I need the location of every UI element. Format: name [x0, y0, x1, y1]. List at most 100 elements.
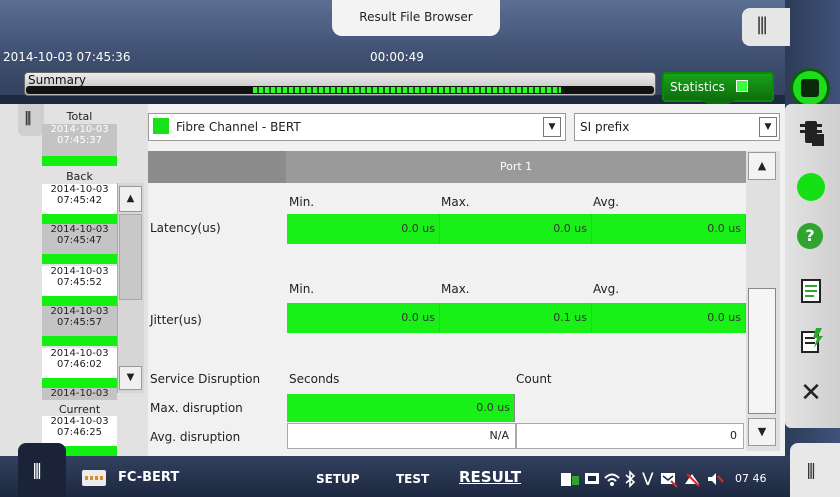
help-icon[interactable]: ? [797, 223, 823, 249]
history-item[interactable]: 2014-10-03 07:45:47 [42, 224, 117, 264]
summary-label: Summary [28, 73, 86, 87]
handle-lines-icon: ||| [756, 14, 768, 35]
history-item-time: 07:46:02 [57, 359, 102, 370]
jitter-max-value: 0.1 us [440, 303, 592, 333]
jitter-avg-value: 0.0 us [592, 303, 746, 333]
prefix-select-value: SI prefix [580, 120, 630, 134]
max-disruption-label: Max. disruption [150, 401, 243, 415]
vnc-icon: V [642, 470, 654, 490]
disruption-col-seconds: Seconds [289, 372, 340, 386]
history-item-bar [42, 296, 117, 306]
history-item-date: 2014-10-03 [50, 306, 109, 317]
status-led [797, 173, 825, 201]
history-item-date: 2014-10-03 [50, 388, 109, 399]
handle-lines-icon: ||| [32, 460, 42, 479]
grid-header-corner [148, 151, 286, 183]
disruption-col-count: Count [516, 372, 552, 386]
jitter-col-min: Min. [289, 282, 315, 296]
history-item[interactable]: 2014-10-03 07:45:42 [42, 184, 117, 224]
latency-col-avg: Avg. [593, 195, 620, 209]
history-item-date: 2014-10-03 [50, 224, 109, 235]
report-icon[interactable] [796, 276, 826, 306]
results-scroll-thumb[interactable] [748, 288, 776, 414]
history-panel-handle[interactable] [18, 104, 44, 136]
report-generate-icon[interactable] [796, 326, 826, 356]
history-item-bar [42, 336, 117, 346]
remote-display-icon [584, 470, 602, 492]
history-back-label: Back [66, 170, 93, 183]
clock: 07 46 [735, 472, 767, 485]
history-item[interactable]: 2014-10-03 07:46:02 [42, 348, 117, 388]
latency-avg-value: 0.0 us [592, 214, 746, 244]
history-current-time: 07:46:25 [57, 427, 102, 438]
tab-result[interactable]: RESULT [459, 468, 521, 486]
test-select-value: Fibre Channel - BERT [176, 120, 301, 134]
avg-disruption-count: 0 [516, 423, 744, 449]
chevron-down-icon[interactable]: ▼ [543, 117, 561, 137]
history-item-time: 07:45:52 [57, 277, 102, 288]
history-item-bar [42, 378, 117, 388]
history-total-text: 2014-10-03 07:45:37 [50, 124, 109, 146]
bottom-left-handle[interactable] [18, 443, 66, 497]
history-scroll-thumb[interactable] [119, 214, 142, 300]
jitter-min-value: 0.0 us [287, 303, 440, 333]
port-label: Port 1 [499, 160, 533, 173]
jitter-col-avg: Avg. [593, 282, 620, 296]
statistics-button[interactable]: Statistics [662, 72, 774, 102]
datetime-readout: 2014-10-03 07:45:36 [3, 50, 131, 64]
avg-disruption-label: Avg. disruption [150, 430, 241, 444]
stop-icon [801, 79, 819, 97]
bluetooth-icon [624, 470, 636, 492]
history-item[interactable]: 2014-10-03 07:45:57 [42, 306, 117, 346]
history-scroll-down-button[interactable]: ▼ [119, 366, 142, 390]
statistics-indicator [736, 80, 748, 92]
page-title[interactable]: Result File Browser [332, 0, 500, 36]
history-item-date: 2014-10-03 [50, 184, 109, 195]
history-item-time: 07:45:42 [57, 195, 102, 206]
latency-col-min: Min. [289, 195, 315, 209]
history-total-bar [42, 156, 117, 166]
chevron-down-icon[interactable]: ▼ [759, 117, 777, 137]
handle-lines-icon: ||| [806, 460, 816, 479]
traffic-light-icon[interactable] [796, 118, 826, 148]
elapsed-time: 00:00:49 [370, 50, 424, 64]
history-scroll-up-button[interactable]: ▲ [119, 186, 142, 212]
bottom-right-handle[interactable] [790, 443, 840, 497]
latency-col-max: Max. [441, 195, 470, 209]
service-disruption-label: Service Disruption [150, 372, 261, 386]
statistics-label: Statistics [670, 80, 725, 94]
module-label[interactable]: FC-BERT [118, 470, 179, 485]
latency-label: Latency(us) [150, 221, 221, 235]
results-scroll-up-button[interactable]: ▲ [748, 152, 776, 180]
max-disruption-value: 0.0 us [287, 394, 515, 422]
module-icon-ports [85, 476, 103, 480]
results-scroll-down-button[interactable]: ▼ [748, 418, 776, 446]
history-item-date: 2014-10-03 [50, 348, 109, 359]
history-item[interactable]: 2014-10-03 [42, 388, 117, 400]
history-item[interactable]: 2014-10-03 07:45:52 [42, 266, 117, 306]
handle-lines-icon: ||| [24, 110, 32, 126]
latency-max-value: 0.0 us [440, 214, 592, 244]
summary-progress-fill [253, 87, 561, 93]
history-total-label: Total [66, 110, 93, 123]
history-item-bar [42, 214, 117, 224]
history-total-entry[interactable]: 2014-10-03 07:45:37 [42, 124, 117, 166]
jitter-label: Jitter(us) [150, 313, 202, 327]
rail-handle[interactable] [742, 8, 790, 46]
battery-plug-icon [560, 470, 580, 492]
history-current-label: Current [58, 403, 101, 416]
speaker-muted-icon [706, 470, 724, 492]
tab-setup[interactable]: SETUP [316, 472, 360, 486]
test-status-swatch [153, 118, 169, 134]
close-icon[interactable]: ✕ [796, 378, 826, 408]
message-icon [660, 470, 678, 492]
history-item-time: 07:45:57 [57, 317, 102, 328]
wifi-icon [604, 470, 620, 492]
history-current-date: 2014-10-03 [50, 416, 109, 427]
avg-disruption-seconds: N/A [287, 423, 516, 449]
latency-min-value: 0.0 us [287, 214, 440, 244]
history-item-date: 2014-10-03 [50, 266, 109, 277]
tab-test[interactable]: TEST [396, 472, 429, 486]
history-item-time: 07:45:47 [57, 235, 102, 246]
history-item-bar [42, 254, 117, 264]
